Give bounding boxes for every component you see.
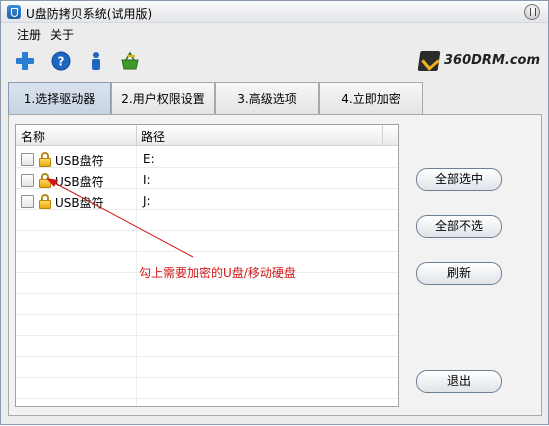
app-window: U盘防拷贝系统(试用版) 注册 关于 ? 360DRM.com 1.选择驱动器 … xyxy=(0,0,549,425)
title-bar: U盘防拷贝系统(试用版) xyxy=(1,1,548,23)
menu-about[interactable]: 关于 xyxy=(50,26,74,43)
tab-advanced-options[interactable]: 3.高级选项 xyxy=(215,82,319,114)
row-grid-line xyxy=(16,314,398,315)
row-grid-line xyxy=(16,293,398,294)
table-row[interactable]: USB盘符 I: xyxy=(16,170,398,191)
select-all-button[interactable]: 全部选中 xyxy=(416,168,502,191)
drive-name: USB盘符 xyxy=(55,154,104,168)
select-none-button[interactable]: 全部不选 xyxy=(416,215,502,238)
row-grid-line xyxy=(16,398,398,399)
lock-icon xyxy=(38,152,52,167)
table-row[interactable]: USB盘符 J: xyxy=(16,191,398,212)
shield-icon xyxy=(7,5,21,19)
drive-path: I: xyxy=(143,173,151,187)
column-divider[interactable] xyxy=(136,125,137,146)
drive-path: J: xyxy=(143,194,151,208)
info-icon[interactable] xyxy=(85,50,107,72)
menu-bar: 注册 关于 xyxy=(1,23,548,43)
lock-icon xyxy=(38,173,52,188)
drive-path: E: xyxy=(143,152,155,166)
lock-icon xyxy=(38,194,52,209)
tab-user-permissions[interactable]: 2.用户权限设置 xyxy=(111,82,215,114)
table-row[interactable]: USB盘符 E: xyxy=(16,149,398,170)
drive-checkbox[interactable] xyxy=(21,174,34,187)
refresh-button[interactable]: 刷新 xyxy=(416,262,502,285)
help-icon[interactable]: ? xyxy=(50,50,72,72)
row-grid-line xyxy=(16,377,398,378)
row-grid-line xyxy=(16,230,398,231)
annotation-text: 勾上需要加密的U盘/移动硬盘 xyxy=(139,266,296,280)
row-grid-line xyxy=(16,335,398,336)
list-header: 名称 路径 xyxy=(16,125,398,146)
svg-text:?: ? xyxy=(58,55,65,69)
row-grid-line xyxy=(16,356,398,357)
drive-name: USB盘符 xyxy=(55,175,104,189)
drive-checkbox[interactable] xyxy=(21,153,34,166)
brand-logo-icon xyxy=(417,51,441,71)
brand-text: 360DRM.com xyxy=(444,53,540,68)
drive-checkbox[interactable] xyxy=(21,195,34,208)
menu-register[interactable]: 注册 xyxy=(17,26,41,43)
column-divider[interactable] xyxy=(382,125,383,146)
drive-name: USB盘符 xyxy=(55,196,104,210)
basket-icon[interactable] xyxy=(119,50,141,72)
exit-button[interactable]: 退出 xyxy=(416,370,502,393)
tab-select-drive[interactable]: 1.选择驱动器 xyxy=(8,82,111,114)
tab-encrypt-now[interactable]: 4.立即加密 xyxy=(319,82,423,114)
column-header-name[interactable]: 名称 xyxy=(21,128,45,145)
window-title: U盘防拷贝系统(试用版) xyxy=(26,7,153,21)
brand: 360DRM.com xyxy=(417,50,540,72)
row-grid-line xyxy=(16,251,398,252)
column-header-path[interactable]: 路径 xyxy=(141,128,165,145)
close-icon[interactable] xyxy=(524,4,540,20)
add-icon[interactable] xyxy=(14,50,36,72)
